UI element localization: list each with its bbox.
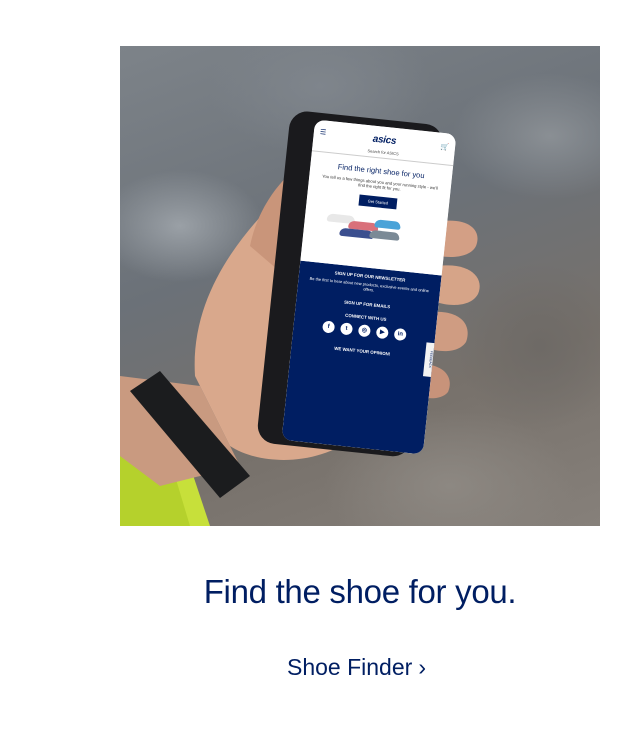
phone-opinion-label: WE WANT YOUR OPINION! [333, 346, 391, 357]
phone-get-started-button: Get Started [358, 194, 398, 210]
menu-icon: ☰ [319, 129, 327, 137]
hero-image[interactable]: ☰ 🛒 asics Search for ASICS Find the righ… [120, 46, 600, 526]
cart-icon: 🛒 [439, 143, 450, 152]
linkedin-icon: in [393, 328, 407, 342]
shoe-finder-link[interactable]: Shoe Finder › [287, 654, 426, 681]
facebook-icon: f [321, 320, 336, 334]
twitter-icon: t [339, 322, 354, 336]
youtube-icon: ▶ [375, 326, 389, 340]
shoe-finder-label: Shoe Finder [287, 654, 413, 680]
headline: Find the shoe for you. [203, 573, 517, 610]
shoes-image [303, 207, 447, 252]
chevron-right-icon: › [418, 654, 426, 680]
instagram-icon: ◎ [357, 324, 371, 338]
